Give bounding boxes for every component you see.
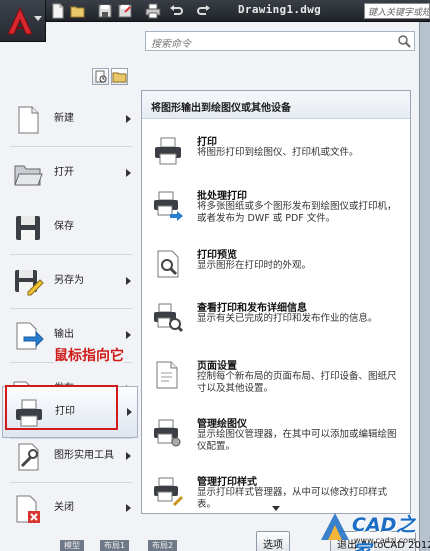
menu-item-label: 另存为 [54,275,84,286]
close-document-icon [12,493,44,525]
save-as-icon[interactable] [117,3,133,19]
command-search-placeholder: 搜索命令 [151,39,191,50]
print-icon[interactable] [145,3,161,19]
submenu-item-description: 控制每个新布局的页面布局、打印设备、图纸尺寸以及其他设置。 [197,371,397,394]
submenu-item-title: 页面设置 [197,361,237,372]
divider [10,146,132,147]
keyword-search-input[interactable]: 键入关键字或短语 [364,3,430,19]
watermark-url: www.cadzj.com [354,536,416,545]
menu-item-open[interactable]: 打开 [2,148,138,200]
menu-item-label: 图形实用工具 [54,450,114,461]
plot-details-icon [152,301,184,333]
page-setup-icon [152,359,184,391]
autocad-logo-icon [6,6,34,36]
submenu-arrow-icon [126,169,131,177]
menu-item-drawing-utilities[interactable]: 图形实用工具 [2,431,138,483]
export-icon [12,320,44,352]
submenu-item-title: 查看打印和发布详细信息 [197,303,307,314]
document-title: Drawing1.dwg [238,3,322,16]
submenu-item-plot[interactable]: 打印 将图形打印到绘图仪、打印机或文件。 [142,133,410,193]
save-icon[interactable] [97,3,113,19]
submenu-item-page-setup[interactable]: 页面设置 控制每个新布局的页面布局、打印设备、图纸尺寸以及其他设置。 [142,357,410,417]
save-disk-icon [12,212,44,244]
tab-layout2[interactable]: 布局2 [148,540,178,551]
command-search-input[interactable]: 搜索命令 [145,31,415,51]
submenu-item-description: 显示图形在打印时的外观。 [197,260,312,271]
open-file-icon[interactable] [70,3,86,19]
batch-plot-icon [152,189,184,221]
search-icon[interactable] [397,34,411,48]
submenu-item-title: 打印预览 [197,250,237,261]
submenu-item-description: 显示有关已完成的打印和发布作业的信息。 [197,313,378,324]
application-button[interactable] [0,0,46,42]
recent-documents-icon[interactable] [92,68,109,85]
submenu-arrow-icon [126,331,131,339]
plot-style-manager-icon [152,475,184,507]
application-menu: 搜索命令 新建 打开 保存 另存为 输出 打印 图形实用工具 关闭 鼠标指向它 … [0,22,430,551]
menu-item-save[interactable]: 保存 [2,202,138,254]
menu-item-close[interactable]: 关闭 [2,483,138,535]
menu-item-label: 保存 [54,221,74,232]
scroll-down-icon[interactable] [272,506,280,511]
submenu-arrow-icon [127,408,132,416]
layout-tabs: 模型 布局1 布局2 [40,540,240,551]
menu-item-label: 打开 [54,167,74,178]
menu-item-label: 新建 [54,113,74,124]
menu-view-toggles [92,68,130,85]
menu-item-label: 输出 [54,329,74,340]
options-button[interactable]: 选项 [256,531,290,551]
submenu-item-title: 管理绘图仪 [197,419,247,430]
submenu-arrow-icon [126,115,131,123]
menu-item-label: 关闭 [54,502,74,513]
divider [10,308,132,309]
plot-icon [152,135,184,167]
drawing-utilities-icon [12,441,44,473]
submenu-arrow-icon [126,504,131,512]
print-highlight-box [5,385,118,430]
submenu-arrow-icon [126,452,131,460]
save-as-disk-icon [12,266,44,298]
plot-preview-icon [152,248,184,280]
submenu-item-plot-details[interactable]: 查看打印和发布详细信息 显示有关已完成的打印和发布作业的信息。 [142,299,410,359]
submenu-item-description: 将多张图纸或多个图形发布到绘图仪或打印机，或者发布为 DWF 或 PDF 文件。 [197,201,397,224]
chevron-down-icon [34,16,42,21]
submenu-item-title: 批处理打印 [197,191,247,202]
submenu-item-batch-plot[interactable]: 批处理打印 将多张图纸或多个图形发布到绘图仪或打印机，或者发布为 DWF 或 P… [142,187,410,247]
watermark: CAD之家 www.cadzj.com [318,506,430,551]
plotter-manager-icon [152,417,184,449]
undo-icon[interactable] [168,3,184,19]
tab-layout1[interactable]: 布局1 [100,540,130,551]
title-bar: Drawing1.dwg 键入关键字或短语 [0,0,430,22]
open-documents-icon[interactable] [111,68,128,85]
redo-icon[interactable] [196,3,212,19]
submenu-item-description: 显示绘图仪管理器，在其中可以添加或编辑绘图仪配置。 [197,429,397,452]
callout-annotation: 鼠标指向它 [54,345,124,365]
submenu-arrow-icon [126,277,131,285]
open-folder-icon [12,158,44,190]
submenu-header: 将图形输出到绘图仪或其他设备 [142,91,410,119]
new-file-icon[interactable] [50,3,66,19]
new-document-icon [12,104,44,136]
print-submenu: 将图形输出到绘图仪或其他设备 打印 将图形打印到绘图仪、打印机或文件。 批处理打… [141,90,411,514]
submenu-item-plot-preview[interactable]: 打印预览 显示图形在打印时的外观。 [142,246,410,306]
divider [10,254,132,255]
menu-item-new[interactable]: 新建 [2,94,138,146]
submenu-item-title: 打印 [197,137,217,148]
submenu-item-title: 管理打印样式 [197,477,257,488]
menu-item-save-as[interactable]: 另存为 [2,256,138,308]
watermark-logo-icon [318,510,352,544]
tab-model[interactable]: 模型 [60,540,84,551]
submenu-item-description: 将图形打印到绘图仪、打印机或文件。 [197,147,359,158]
submenu-item-plotter-manager[interactable]: 管理绘图仪 显示绘图仪管理器，在其中可以添加或编辑绘图仪配置。 [142,415,410,475]
